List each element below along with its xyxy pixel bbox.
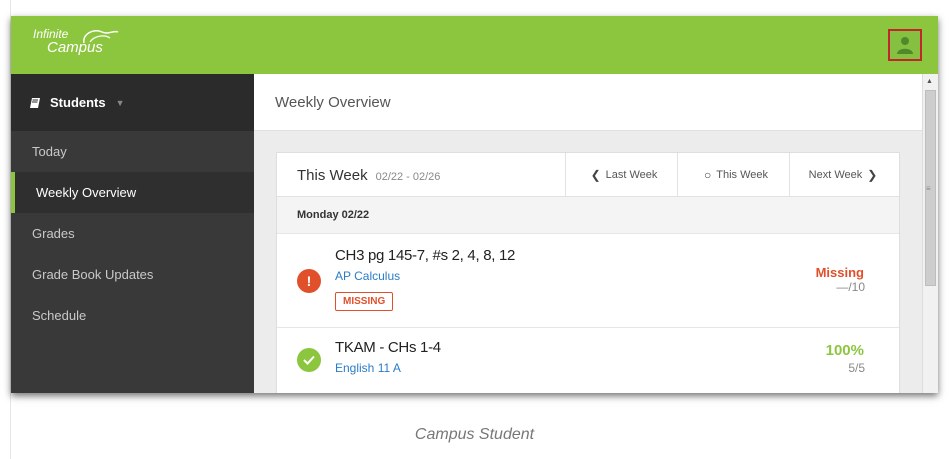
day-header: Monday 02/22 xyxy=(277,197,899,234)
week-title: This Week 02/22 - 02/26 xyxy=(297,167,441,184)
assignment-row[interactable]: TKAM - CHs 1-4 English 11 A 100% 5/5 xyxy=(277,328,899,393)
logo-swoosh-icon xyxy=(83,30,119,44)
user-account-button[interactable] xyxy=(888,29,922,61)
sidebar-students-dropdown[interactable]: Students ▼ xyxy=(11,74,254,131)
sidebar-item-grades[interactable]: Grades xyxy=(11,213,254,254)
assignment-score: —/10 xyxy=(836,280,865,294)
chevron-down-icon: ▼ xyxy=(115,97,125,108)
circle-icon: ○ xyxy=(703,167,712,182)
assignment-status: Missing xyxy=(815,265,864,280)
main-content: Weekly Overview This Week 02/22 - 02/26 ❮… xyxy=(254,74,922,393)
assignment-title[interactable]: TKAM - CHs 1-4 xyxy=(335,339,441,356)
assignment-status: 100% xyxy=(825,342,864,359)
assignment-course-link[interactable]: English 11 A xyxy=(335,361,401,375)
sidebar: Students ▼ Today Weekly Overview Grades … xyxy=(11,74,254,393)
assignment-title[interactable]: CH3 pg 145-7, #s 2, 4, 8, 12 xyxy=(335,247,515,264)
checkmark-icon xyxy=(297,348,321,372)
assignment-score: 5/5 xyxy=(848,361,865,375)
user-icon xyxy=(897,37,913,54)
infinite-campus-logo[interactable]: Infinite Campus xyxy=(33,28,119,56)
sidebar-item-grade-book-updates[interactable]: Grade Book Updates xyxy=(11,254,254,295)
scroll-up-arrow-icon[interactable]: ▲ xyxy=(926,78,933,85)
figure-caption: Campus Student xyxy=(414,426,535,443)
assignment-row[interactable]: ! CH3 pg 145-7, #s 2, 4, 8, 12 AP Calcul… xyxy=(277,234,899,328)
page-title: Weekly Overview xyxy=(254,74,922,131)
missing-badge: MISSING xyxy=(335,292,394,311)
chevron-left-icon: ❮ xyxy=(590,167,601,182)
this-week-button[interactable]: ○ This Week xyxy=(677,153,789,196)
last-week-button[interactable]: ❮ Last Week xyxy=(565,153,677,196)
exclamation-icon: ! xyxy=(297,269,321,293)
next-week-button[interactable]: Next Week ❯ xyxy=(789,153,901,196)
week-header: This Week 02/22 - 02/26 ❮ Last Week ○ This … xyxy=(277,153,899,197)
chevron-right-icon: ❯ xyxy=(867,167,878,182)
week-range: 02/22 - 02/26 xyxy=(375,171,441,183)
sidebar-item-today[interactable]: Today xyxy=(11,131,254,172)
vertical-scrollbar[interactable]: ▲ ≡ xyxy=(922,74,938,393)
book-icon xyxy=(29,97,41,109)
app-window: Infinite Campus Students ▼ Today Weekly … xyxy=(11,16,938,393)
sidebar-header-label: Students xyxy=(50,95,106,110)
assignment-course-link[interactable]: AP Calculus xyxy=(335,269,400,283)
weekly-overview-card: This Week 02/22 - 02/26 ❮ Last Week ○ This … xyxy=(276,152,900,393)
scroll-grip-icon: ≡ xyxy=(926,184,931,193)
top-bar: Infinite Campus xyxy=(11,16,938,74)
sidebar-item-weekly-overview[interactable]: Weekly Overview xyxy=(11,172,254,213)
sidebar-item-schedule[interactable]: Schedule xyxy=(11,295,254,336)
